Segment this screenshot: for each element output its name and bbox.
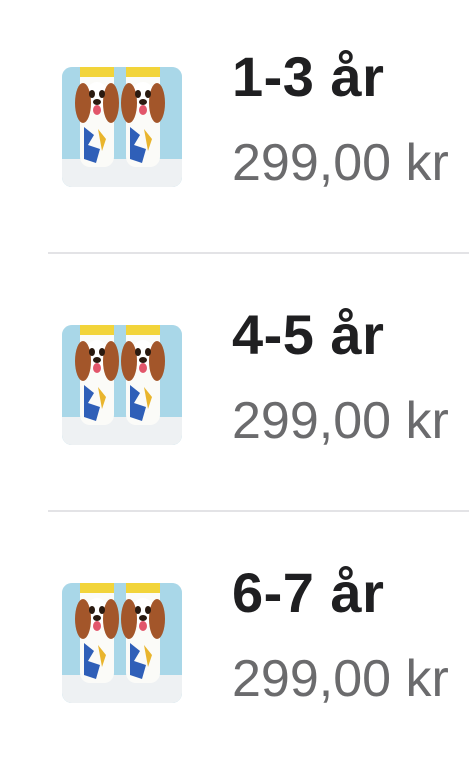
variant-price: 299,00 kr xyxy=(232,134,449,192)
dog-socks-product-image xyxy=(62,325,182,445)
divider xyxy=(48,510,469,512)
variant-size-label: 4-5 år xyxy=(232,303,385,366)
variant-row-1-3[interactable]: 1-3 år 299,00 kr xyxy=(0,0,469,255)
dog-socks-product-image xyxy=(62,583,182,703)
variant-price: 299,00 kr xyxy=(232,392,449,450)
variant-row-6-7[interactable]: 6-7 år 299,00 kr xyxy=(0,513,469,769)
size-variant-list: 1-3 år 299,00 kr 4-5 år 299,00 kr 6-7 år… xyxy=(0,0,469,769)
variant-size-label: 1-3 år xyxy=(232,45,385,108)
variant-price: 299,00 kr xyxy=(232,650,449,708)
variant-size-label: 6-7 år xyxy=(232,561,385,624)
variant-row-4-5[interactable]: 4-5 år 299,00 kr xyxy=(0,255,469,513)
dog-socks-product-image xyxy=(62,67,182,187)
divider xyxy=(48,252,469,254)
